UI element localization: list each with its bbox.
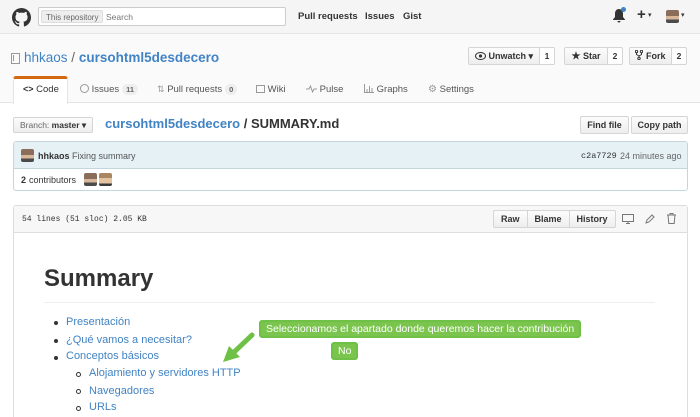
tab-issues[interactable]: Issues 11 xyxy=(80,84,139,95)
star-label: Star xyxy=(582,51,601,61)
search-scope-label: This repository xyxy=(41,10,104,23)
search-input[interactable] xyxy=(106,10,276,23)
history-button[interactable]: History xyxy=(570,211,615,227)
user-avatar[interactable] xyxy=(666,10,679,23)
top-header: This repository Pull requests Issues Gis… xyxy=(0,0,700,34)
github-logo-icon[interactable] xyxy=(12,8,31,27)
notification-dot xyxy=(621,7,626,12)
branch-selector[interactable]: Branch: master ▾ xyxy=(13,117,94,133)
nav-issues[interactable]: Issues xyxy=(365,11,395,22)
repo-title: hhkaos / cursohtml5desdecero xyxy=(24,50,219,65)
commit-summary-bar: hhkaos Fixing summary c2a7729 24 minutes… xyxy=(14,142,687,169)
star-button[interactable]: ★ Star xyxy=(564,47,608,65)
watch-count[interactable]: 1 xyxy=(539,47,555,65)
tab-pull-requests-label: Pull requests xyxy=(167,84,223,95)
file-actions-group: Raw Blame History xyxy=(493,210,616,228)
list-bullet xyxy=(54,356,58,360)
code-icon: <> xyxy=(23,84,34,94)
pencil-icon[interactable] xyxy=(645,214,655,224)
tab-graphs-label: Graphs xyxy=(376,84,408,95)
commit-sha[interactable]: c2a7729 xyxy=(581,151,617,161)
fork-label: Fork xyxy=(646,51,666,61)
star-icon: ★ xyxy=(571,51,581,62)
annotation-no-label: No xyxy=(331,342,359,360)
pull-request-icon: ⇅ xyxy=(157,84,165,94)
breadcrumb-file: SUMMARY.md xyxy=(250,116,340,131)
tab-code[interactable]: <> Code xyxy=(13,76,68,104)
list-bullet xyxy=(54,321,58,325)
link-alojamiento-servidores[interactable]: Alojamiento y servidores HTTP xyxy=(89,367,241,379)
breadcrumb-repo-link[interactable]: cursohtml5desdecero xyxy=(105,116,240,131)
link-conceptos-basicos[interactable]: Conceptos básicos xyxy=(66,350,159,362)
link-urls[interactable]: URLs xyxy=(89,401,117,413)
commit-time: 24 minutes ago xyxy=(620,151,682,161)
tab-pulse-label: Pulse xyxy=(319,84,344,95)
file-header: 54 lines (51 sloc) 2.05 KB Raw Blame Histo… xyxy=(14,206,687,233)
unwatch-label: Unwatch ▾ xyxy=(488,51,534,61)
desktop-icon[interactable] xyxy=(622,214,634,224)
tab-wiki[interactable]: Wiki xyxy=(256,84,286,95)
repo-owner-link[interactable]: hhkaos xyxy=(24,50,68,65)
repo-name-link[interactable]: cursohtml5desdecero xyxy=(79,50,219,65)
tab-issues-label: Issues xyxy=(91,84,120,95)
contributors-count[interactable]: 2 xyxy=(21,175,26,185)
plus-icon[interactable]: + xyxy=(637,6,646,23)
unwatch-button[interactable]: Unwatch ▾ xyxy=(468,47,540,65)
heading-divider xyxy=(44,302,655,303)
raw-button[interactable]: Raw xyxy=(494,211,528,227)
link-presentacion[interactable]: Presentación xyxy=(66,316,130,328)
contributors-label[interactable]: contributors xyxy=(29,175,76,185)
blame-button[interactable]: Blame xyxy=(528,211,570,227)
trash-icon[interactable] xyxy=(667,213,676,224)
link-que-vamos-a-necesitar[interactable]: ¿Qué vamos a necesitar? xyxy=(66,334,192,346)
tab-settings[interactable]: ⚙ Settings xyxy=(428,84,474,95)
list-bullet xyxy=(54,339,58,343)
commit-author-avatar[interactable] xyxy=(21,149,34,162)
breadcrumb-separator: / xyxy=(240,116,251,131)
graph-icon xyxy=(364,84,374,93)
fork-icon xyxy=(635,49,644,61)
summary-heading: Summary xyxy=(44,265,154,292)
commit-author[interactable]: hhkaos xyxy=(38,151,70,161)
link-navegadores[interactable]: Navegadores xyxy=(89,385,154,397)
repo-icon xyxy=(11,53,20,64)
tab-pulse[interactable]: Pulse xyxy=(306,84,343,95)
contributor-avatar[interactable] xyxy=(84,173,97,186)
nav-pull-requests[interactable]: Pull requests xyxy=(298,11,358,22)
repo-separator: / xyxy=(67,50,79,65)
annotation-callout: Seleccionamos el apartado donde queremos… xyxy=(259,320,582,338)
branch-name: master ▾ xyxy=(51,120,87,130)
sublist-bullet xyxy=(76,389,81,394)
plus-caret-icon[interactable]: ▾ xyxy=(648,11,652,19)
sublist-bullet xyxy=(76,406,81,411)
commit-message[interactable]: Fixing summary xyxy=(72,151,136,161)
fork-count[interactable]: 2 xyxy=(671,47,687,65)
contributor-avatar[interactable] xyxy=(99,173,112,186)
issue-icon xyxy=(80,84,89,93)
tab-pull-requests-count: 0 xyxy=(225,84,238,95)
book-icon xyxy=(256,85,265,93)
tab-wiki-label: Wiki xyxy=(267,84,286,95)
avatar-caret-icon[interactable]: ▾ xyxy=(681,11,685,19)
tab-pull-requests[interactable]: ⇅ Pull requests 0 xyxy=(157,84,238,95)
fork-button[interactable]: Fork xyxy=(629,47,672,65)
tab-code-label: Code xyxy=(36,84,59,95)
sublist-bullet xyxy=(76,372,81,377)
branch-prefix: Branch: xyxy=(20,120,50,130)
pulse-icon xyxy=(306,84,317,94)
latest-commit-box: hhkaos Fixing summary c2a7729 24 minutes… xyxy=(13,141,688,191)
annotation-arrow-icon xyxy=(223,332,255,362)
tab-settings-label: Settings xyxy=(439,84,474,95)
find-file-button[interactable]: Find file xyxy=(580,116,629,134)
tab-issues-count: 11 xyxy=(122,84,139,95)
breadcrumb: cursohtml5desdecero / SUMMARY.md xyxy=(105,116,339,131)
nav-gist[interactable]: Gist xyxy=(403,11,421,22)
gear-icon: ⚙ xyxy=(428,84,437,95)
file-info: 54 lines (51 sloc) 2.05 KB xyxy=(22,215,147,224)
search-box[interactable]: This repository xyxy=(38,7,286,26)
star-count[interactable]: 2 xyxy=(607,47,623,65)
eye-icon xyxy=(474,52,486,60)
copy-path-button[interactable]: Copy path xyxy=(631,116,688,134)
tab-graphs[interactable]: Graphs xyxy=(364,84,408,95)
